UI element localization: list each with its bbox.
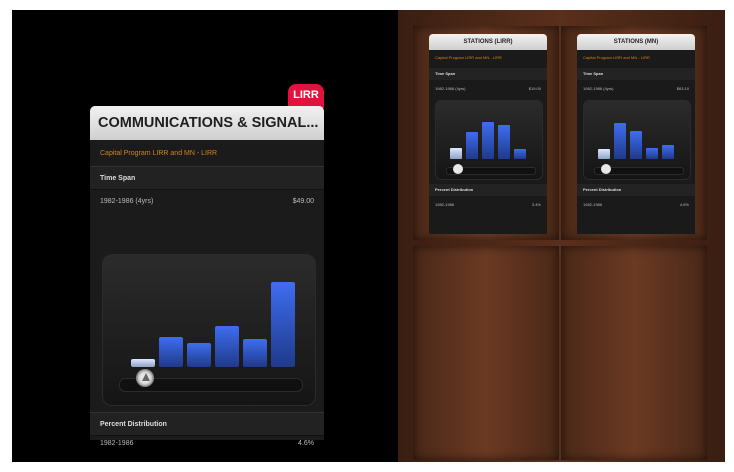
stations-lirr-bar-1[interactable] bbox=[466, 132, 478, 159]
main-chart-bar-3[interactable] bbox=[215, 326, 239, 367]
stations-mn-time-span-row: 1982-1986 (4yrs) $63.10 bbox=[583, 86, 689, 91]
stations-lirr-time-span-value: $19.00 bbox=[528, 86, 541, 91]
main-chart-bar-0[interactable] bbox=[131, 359, 155, 367]
stations-mn-bar-3[interactable] bbox=[646, 148, 658, 159]
main-chart-bar-1[interactable] bbox=[159, 337, 183, 367]
time-span-range: 1982-1986 (4yrs) bbox=[100, 198, 154, 205]
stations-lirr-percent-header: Percent Distribution bbox=[429, 184, 547, 196]
time-slider[interactable] bbox=[119, 369, 303, 392]
stations-lirr-body: Capital Program LIRR and MN - LIRR Time … bbox=[429, 50, 547, 234]
stations-mn-time-span-range: 1982-1986 (4yrs) bbox=[583, 86, 614, 91]
main-chart-bar-2[interactable] bbox=[187, 343, 211, 367]
stations-mn-percent-range: 1982-1986 bbox=[583, 202, 603, 207]
stations-mn-percent-row: 1982-1986 4.6% bbox=[583, 202, 689, 207]
stations-mn-slider-thumb[interactable] bbox=[601, 164, 611, 174]
percent-value: 4.6% bbox=[298, 440, 314, 447]
stations-lirr-slider-thumb[interactable] bbox=[453, 164, 463, 174]
wood-shelf-background: STATIONS (LIRR) Capital Program LIRR and… bbox=[398, 10, 725, 462]
stations-mn-bar-0[interactable] bbox=[598, 149, 610, 159]
stations-lirr-percent-row: 1982-1986 3.4% bbox=[435, 202, 541, 207]
stations-mn-card[interactable]: STATIONS (MN) Capital Program LIRR and M… bbox=[577, 34, 695, 234]
shelf-slot-bottom-left bbox=[413, 246, 559, 460]
main-chart-bar-4[interactable] bbox=[243, 339, 267, 367]
stations-lirr-bars bbox=[450, 111, 536, 159]
main-bars bbox=[131, 273, 303, 367]
screenshot-frame: LIRR COMMUNICATIONS & SIGNAL... Capital … bbox=[0, 0, 734, 472]
stations-mn-title: STATIONS (MN) bbox=[577, 34, 695, 50]
percent-range: 1982-1986 bbox=[100, 440, 134, 447]
stations-mn-bars bbox=[598, 111, 684, 159]
stations-mn-time-span-header: Time Span bbox=[577, 68, 695, 80]
stations-mn-percent-header: Percent Distribution bbox=[577, 184, 695, 196]
main-bar-chart bbox=[102, 254, 316, 406]
time-span-header: Time Span bbox=[90, 166, 324, 190]
stations-lirr-time-span-range: 1982-1986 (4yrs) bbox=[435, 86, 466, 91]
stations-mn-bar-1[interactable] bbox=[614, 123, 626, 159]
stations-lirr-percent-value: 3.4% bbox=[531, 202, 541, 207]
stations-lirr-card[interactable]: STATIONS (LIRR) Capital Program LIRR and… bbox=[429, 34, 547, 234]
stations-mn-bar-2[interactable] bbox=[630, 131, 642, 159]
stations-lirr-time-span-header: Time Span bbox=[429, 68, 547, 80]
stations-lirr-subtitle: Capital Program LIRR and MN - LIRR bbox=[435, 55, 502, 60]
time-span-value: $49.00 bbox=[292, 198, 314, 205]
stations-mn-bar-4[interactable] bbox=[662, 145, 674, 159]
stations-lirr-bar-2[interactable] bbox=[482, 122, 494, 159]
stations-lirr-bar-4[interactable] bbox=[514, 149, 526, 159]
main-panel: LIRR COMMUNICATIONS & SIGNAL... Capital … bbox=[90, 84, 324, 447]
app-canvas: LIRR COMMUNICATIONS & SIGNAL... Capital … bbox=[12, 10, 725, 462]
percent-distribution-row: 1982-1986 4.6% bbox=[100, 440, 314, 447]
stations-lirr-title: STATIONS (LIRR) bbox=[429, 34, 547, 50]
main-panel-title: COMMUNICATIONS & SIGNAL... bbox=[90, 106, 324, 140]
stations-mn-slider[interactable] bbox=[594, 164, 684, 175]
stations-lirr-percent-range: 1982-1986 bbox=[435, 202, 455, 207]
stations-lirr-time-span-row: 1982-1986 (4yrs) $19.00 bbox=[435, 86, 541, 91]
stations-mn-percent-value: 4.6% bbox=[679, 202, 689, 207]
time-span-row: 1982-1986 (4yrs) $49.00 bbox=[100, 198, 314, 205]
stations-mn-body: Capital Program LIRR and MN - LIRR Time … bbox=[577, 50, 695, 234]
shelf-slot-bottom-right bbox=[561, 246, 707, 460]
stations-mn-subtitle: Capital Program LIRR and MN - LIRR bbox=[583, 55, 650, 60]
main-chart-bar-5[interactable] bbox=[271, 282, 295, 367]
stations-lirr-bar-3[interactable] bbox=[498, 125, 510, 159]
stations-mn-time-span-value: $63.10 bbox=[676, 86, 689, 91]
stations-lirr-chart bbox=[435, 100, 543, 180]
stations-lirr-bar-0[interactable] bbox=[450, 148, 462, 159]
stations-lirr-slider[interactable] bbox=[446, 164, 536, 175]
percent-distribution-header: Percent Distribution bbox=[90, 412, 324, 436]
capital-program-link[interactable]: Capital Program LIRR and MN - LIRR bbox=[100, 150, 217, 157]
slider-thumb[interactable] bbox=[136, 369, 154, 387]
main-panel-body: Capital Program LIRR and MN - LIRR Time … bbox=[90, 140, 324, 447]
stations-mn-chart bbox=[583, 100, 691, 180]
lirr-tag: LIRR bbox=[288, 84, 324, 108]
